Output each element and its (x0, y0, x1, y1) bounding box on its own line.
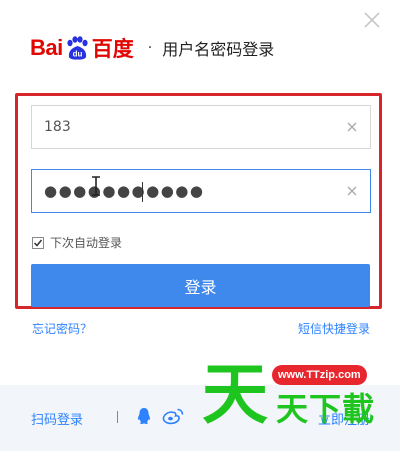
sms-login-link[interactable]: 短信快捷登录 (298, 320, 370, 337)
remember-checkbox[interactable] (32, 236, 44, 249)
logo-text-en: Bai (30, 35, 63, 60)
baidu-paw-icon: du (67, 36, 88, 60)
watermark-url: www.TTzip.com (272, 365, 367, 385)
forgot-password-link[interactable]: 忘记密码？ (32, 320, 92, 337)
dialog-header: Bai du 百度 · 用户名密码登录 (30, 28, 274, 68)
remember-me[interactable]: 下次自动登录 (32, 234, 122, 251)
scan-login-link[interactable]: 扫码登录 (31, 409, 83, 428)
text-cursor-icon (92, 176, 100, 196)
username-value: 183 (44, 119, 71, 135)
close-icon[interactable] (362, 10, 382, 30)
login-dialog: Bai du 百度 · 用户名密码登录 183 ●●●●●●●●●●● 下次自动… (0, 0, 400, 451)
logo-paw-text: du (72, 50, 82, 59)
qq-penguin-icon[interactable] (136, 407, 152, 425)
remember-label: 下次自动登录 (50, 236, 123, 250)
register-link[interactable]: 立即注册 (318, 409, 370, 428)
text-caret (142, 182, 143, 202)
username-field[interactable]: 183 (31, 105, 371, 149)
weibo-icon[interactable] (162, 407, 184, 425)
clear-icon[interactable] (344, 119, 360, 135)
dialog-title: 用户名密码登录 (162, 40, 275, 59)
password-value: ●●●●●●●●●●● (44, 182, 205, 200)
clear-icon[interactable] (344, 183, 360, 199)
dialog-footer: 扫码登录 立即注册 (0, 385, 400, 451)
baidu-logo: Bai du 百度 (30, 28, 134, 68)
logo-text-cn: 百度 (91, 37, 134, 61)
footer-divider (117, 411, 118, 423)
login-button[interactable]: 登录 (31, 264, 370, 307)
title-separator: · (147, 40, 153, 56)
password-field[interactable]: ●●●●●●●●●●● (31, 169, 371, 213)
